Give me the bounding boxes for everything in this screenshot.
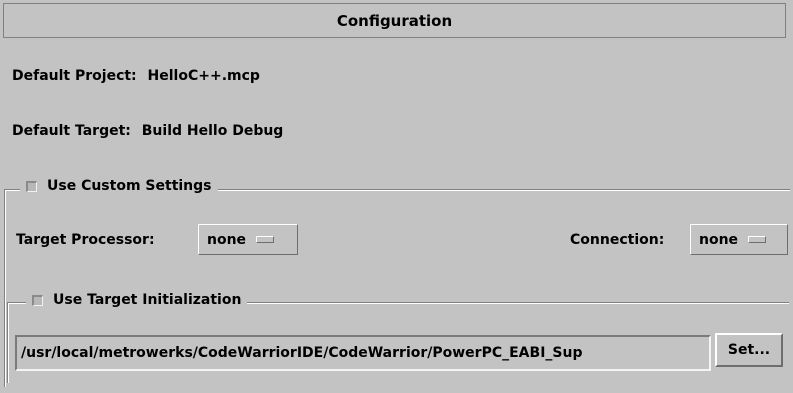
default-project-label: Default Project: <box>12 68 137 84</box>
default-target-row: Default Target: Build Hello Debug <box>12 123 283 139</box>
default-project-row: Default Project: HelloC++.mcp <box>12 68 260 84</box>
connection-option-menu[interactable]: none <box>690 224 788 255</box>
option-menu-indicator-icon <box>748 236 767 243</box>
set-button-label: Set... <box>727 342 771 358</box>
initialization-path-field[interactable]: /usr/local/metrowerks/CodeWarriorIDE/Cod… <box>15 335 711 371</box>
set-button[interactable]: Set... <box>715 333 783 367</box>
use-target-initialization-label[interactable]: Use Target Initialization <box>53 292 241 308</box>
use-target-initialization-checkbox[interactable] <box>32 294 43 306</box>
window-title: Configuration <box>336 11 453 30</box>
initialization-path-value: /usr/local/metrowerks/CodeWarriorIDE/Cod… <box>21 345 583 361</box>
option-menu-indicator-icon <box>256 236 275 243</box>
target-processor-option-menu[interactable]: none <box>198 224 298 255</box>
connection-value: none <box>699 231 739 248</box>
default-target-label: Default Target: <box>12 123 131 139</box>
default-target-value: Build Hello Debug <box>141 123 284 139</box>
connection-label: Connection: <box>570 232 665 248</box>
target-processor-value: none <box>207 231 247 248</box>
default-project-value: HelloC++.mcp <box>147 68 260 84</box>
use-custom-settings-checkbox[interactable] <box>26 180 37 192</box>
target-processor-label: Target Processor: <box>16 232 155 248</box>
window-titlebar: Configuration <box>3 3 786 38</box>
target-initialization-legend: Use Target Initialization <box>26 292 248 308</box>
use-custom-settings-label[interactable]: Use Custom Settings <box>47 178 212 194</box>
custom-settings-legend: Use Custom Settings <box>20 178 218 194</box>
